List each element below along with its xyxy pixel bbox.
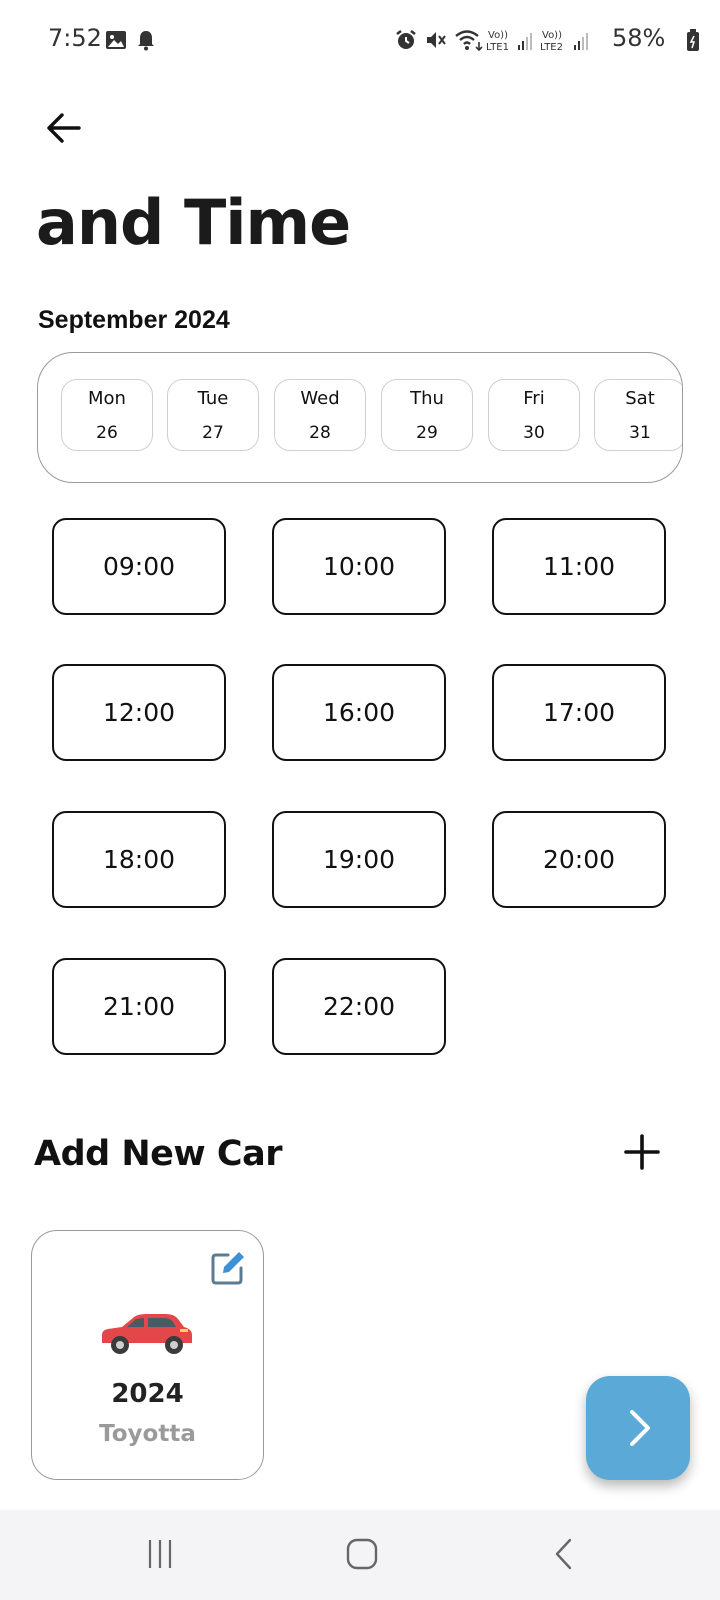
day-chip[interactable]: Sat 31 — [594, 379, 682, 451]
day-number: 29 — [416, 422, 438, 443]
day-number: 31 — [629, 422, 651, 443]
battery-icon — [686, 28, 700, 52]
day-chip[interactable]: Thu 29 — [381, 379, 473, 451]
chevron-left-icon — [555, 1538, 572, 1570]
time-slot-button[interactable]: 16:00 — [272, 664, 446, 761]
day-selector[interactable]: Mon 26 Tue 27 Wed 28 Thu 29 Fri 30 Sat 3… — [37, 352, 683, 483]
status-time: 7:52 — [48, 24, 102, 52]
edit-car-button[interactable] — [208, 1247, 248, 1287]
time-slot-button[interactable]: 12:00 — [52, 664, 226, 761]
day-number: 28 — [309, 422, 331, 443]
day-name: Fri — [523, 387, 545, 409]
time-slot-button[interactable]: 18:00 — [52, 811, 226, 908]
month-label: September 2024 — [38, 306, 230, 334]
day-number: 27 — [202, 422, 224, 443]
back-button[interactable] — [40, 104, 88, 152]
battery-percent: 58% — [612, 24, 666, 52]
chevron-right-icon — [630, 1410, 650, 1446]
add-car-button[interactable] — [620, 1130, 664, 1174]
alarm-icon — [394, 28, 418, 52]
system-back-button[interactable] — [540, 1530, 588, 1578]
svg-text:LTE1: LTE1 — [486, 42, 509, 53]
time-slot-button[interactable]: 10:00 — [272, 518, 446, 615]
day-name: Thu — [410, 387, 444, 409]
volte-lte2-signal-icon: Vo)) LTE2 — [540, 28, 592, 53]
day-name: Tue — [197, 387, 229, 409]
time-slot-button[interactable]: 19:00 — [272, 811, 446, 908]
next-button[interactable] — [586, 1376, 690, 1480]
car-make: Toyotta — [99, 1421, 196, 1447]
day-chip[interactable]: Tue 27 — [167, 379, 259, 451]
home-button[interactable] — [338, 1530, 386, 1578]
day-chip[interactable]: Wed 28 — [274, 379, 366, 451]
home-icon — [346, 1538, 378, 1570]
arrow-left-icon — [47, 113, 81, 143]
status-bar: 7:52 Vo)) LTE1 Vo)) LTE2 58% — [0, 0, 720, 80]
time-slot-button[interactable]: 22:00 — [272, 958, 446, 1055]
day-name: Wed — [300, 387, 340, 409]
recent-apps-button[interactable] — [136, 1530, 184, 1578]
day-chip[interactable]: Fri 30 — [488, 379, 580, 451]
mute-icon — [424, 28, 448, 52]
add-new-car-title: Add New Car — [34, 1134, 283, 1174]
page-title: and Time — [36, 186, 351, 259]
svg-text:LTE2: LTE2 — [540, 42, 563, 53]
edit-icon — [211, 1252, 244, 1285]
day-chip[interactable]: Mon 26 — [61, 379, 153, 451]
car-icon — [96, 1307, 196, 1357]
day-name: Mon — [88, 387, 126, 409]
bell-icon — [134, 28, 158, 52]
plus-icon — [624, 1134, 660, 1170]
time-slot-button[interactable]: 21:00 — [52, 958, 226, 1055]
car-card[interactable]: 2024 Toyotta — [31, 1230, 264, 1480]
car-year: 2024 — [111, 1379, 184, 1409]
time-slot-button[interactable]: 09:00 — [52, 518, 226, 615]
time-slot-button[interactable]: 17:00 — [492, 664, 666, 761]
time-slot-button[interactable]: 11:00 — [492, 518, 666, 615]
day-name: Sat — [625, 387, 655, 409]
svg-text:Vo)): Vo)) — [542, 30, 562, 41]
recent-apps-icon — [148, 1540, 172, 1568]
day-number: 26 — [96, 422, 118, 443]
wifi-icon — [454, 28, 484, 52]
day-number: 30 — [523, 422, 545, 443]
gallery-icon — [104, 28, 128, 52]
system-nav-bar — [0, 1510, 720, 1600]
svg-text:Vo)): Vo)) — [488, 30, 508, 41]
time-slot-button[interactable]: 20:00 — [492, 811, 666, 908]
volte-lte1-signal-icon: Vo)) LTE1 — [486, 28, 536, 53]
